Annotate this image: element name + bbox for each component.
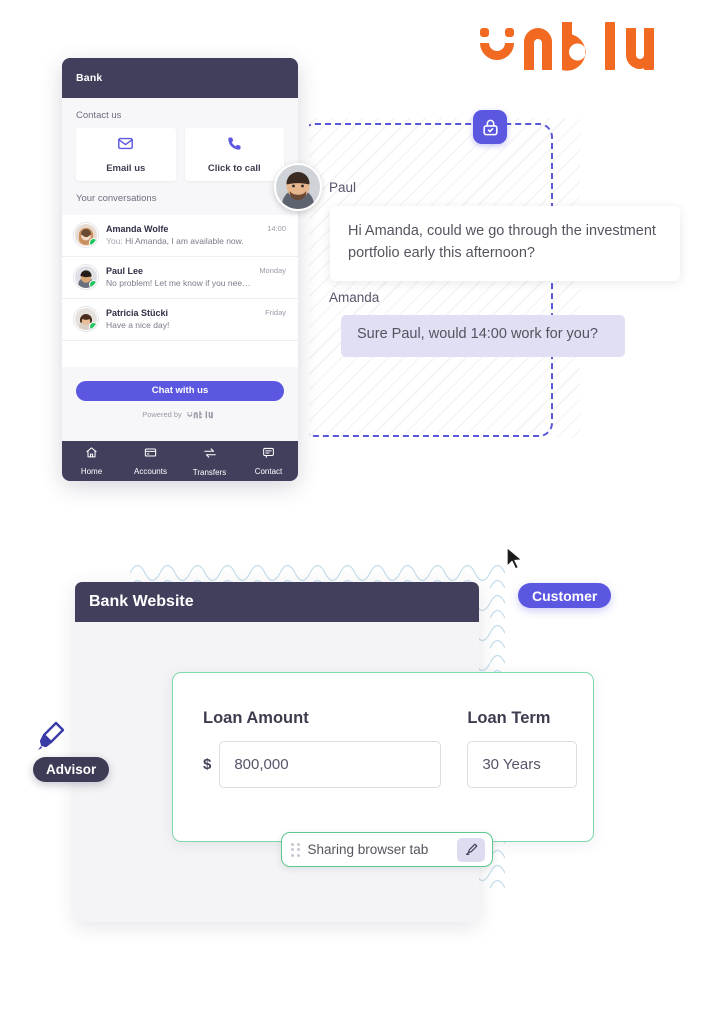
- chat-with-us-button[interactable]: Chat with us: [76, 380, 284, 401]
- preview-text: Have a nice day!: [106, 319, 170, 330]
- online-status-dot: [89, 321, 97, 330]
- loan-amount-field-group: Loan Amount $ 800,000: [203, 709, 442, 788]
- conversation-name: Paul Lee: [106, 265, 144, 276]
- click-to-call-button[interactable]: Click to call: [184, 128, 284, 181]
- lock-check-icon: [473, 110, 507, 144]
- contact-us-label: Contact us: [76, 110, 122, 121]
- loan-term-label: Loan Term: [467, 709, 551, 727]
- widget-header: Bank: [62, 58, 298, 98]
- online-status-dot: [89, 279, 97, 288]
- sharing-status-label: Sharing browser tab: [307, 842, 429, 857]
- highlighter-pen-cursor-icon: [38, 721, 65, 750]
- conversation-list: Amanda Wolfe You: Hi Amanda, I am availa…: [62, 215, 298, 367]
- click-to-call-label: Click to call: [207, 163, 261, 174]
- loan-term-input[interactable]: 30 Years: [467, 741, 578, 788]
- list-item[interactable]: Patricia Stücki Have a nice day! Friday: [62, 299, 298, 341]
- chat-widget: Bank Contact us Email us Click to call Y…: [62, 58, 298, 481]
- transfer-arrows-icon: [203, 446, 217, 465]
- mouse-arrow-cursor-icon: [506, 546, 523, 570]
- loan-amount-label: Loan Amount: [203, 709, 309, 727]
- conversation-name: Amanda Wolfe: [106, 224, 169, 234]
- drag-dots-icon[interactable]: [291, 842, 300, 857]
- unblu-logo: [478, 22, 690, 74]
- nav-label-accounts: Accounts: [134, 467, 167, 476]
- card-icon: [144, 446, 157, 464]
- conversation-time: Friday: [265, 307, 286, 317]
- conversation-preview: You: Hi Amanda, I am available now.: [106, 235, 259, 248]
- widget-title: Bank: [76, 72, 103, 84]
- home-icon: [85, 446, 98, 464]
- conversation-preview: No problem! Let me know if you need...: [106, 277, 251, 290]
- avatar: [74, 223, 98, 247]
- nav-label-contact: Contact: [254, 467, 283, 476]
- online-status-dot: [89, 238, 97, 246]
- preview-text: Hi Amanda, I am available now.: [125, 236, 244, 247]
- message-sender-name: Amanda: [329, 290, 380, 305]
- currency-prefix: $: [203, 756, 212, 773]
- loan-amount-input[interactable]: 800,000: [219, 741, 442, 788]
- powered-by-label: Powered by: [142, 410, 182, 420]
- conversation-time: Monday: [259, 265, 286, 275]
- loan-term-field-group: Loan Term 30 Years: [467, 709, 578, 788]
- list-item[interactable]: Paul Lee No problem! Let me know if you …: [62, 257, 298, 299]
- phone-icon: [226, 135, 243, 157]
- powered-by: Powered by: [62, 410, 298, 420]
- message-sender-name: Paul: [329, 180, 357, 195]
- advisor-badge: Advisor: [33, 757, 110, 782]
- chat-bubble-icon: [262, 446, 275, 464]
- avatar: [74, 306, 98, 331]
- sharing-browser-tab-bar: Sharing browser tab: [281, 832, 493, 867]
- nav-item-contact[interactable]: Contact: [239, 446, 298, 476]
- conversation-preview: Have a nice day!: [106, 319, 257, 332]
- contact-actions: Email us Click to call: [62, 128, 298, 181]
- preview-text: No problem! Let me know if you need...: [106, 278, 252, 289]
- envelope-icon: [117, 135, 134, 157]
- customer-badge: Customer: [518, 583, 612, 608]
- loan-form-card: Loan Amount $ 800,000 Loan Term 30 Years: [172, 672, 594, 842]
- chat-bubble-outgoing: Sure Paul, would 14:00 work for you?: [341, 315, 625, 357]
- conversation-time: 14:00: [267, 224, 286, 233]
- list-item[interactable]: Amanda Wolfe You: Hi Amanda, I am availa…: [62, 215, 298, 257]
- chat-bubble-incoming: Hi Amanda, could we go through the inves…: [330, 206, 680, 281]
- powered-by-unblu-logo: [187, 410, 213, 418]
- email-us-label: Email us: [106, 163, 146, 174]
- nav-item-transfers[interactable]: Transfers: [180, 446, 239, 477]
- browser-title: Bank Website: [89, 593, 194, 610]
- conversation-name: Patricia Stücki: [106, 307, 169, 318]
- avatar: [274, 163, 322, 211]
- highlighter-pen-icon: [465, 843, 477, 856]
- nav-item-accounts[interactable]: Accounts: [121, 446, 180, 476]
- nav-label-home: Home: [80, 467, 103, 476]
- browser-title-bar: Bank Website: [75, 582, 479, 622]
- email-us-button[interactable]: Email us: [76, 128, 176, 181]
- list-end-spacer: [62, 340, 298, 367]
- nav-item-home[interactable]: Home: [62, 446, 121, 476]
- avatar: [74, 264, 98, 289]
- widget-bottom-nav: Home Accounts Transfers Contact: [62, 441, 298, 481]
- nav-label-transfers: Transfers: [192, 467, 227, 477]
- preview-prefix: You:: [106, 236, 123, 247]
- highlighter-pen-button[interactable]: [457, 837, 485, 862]
- your-conversations-label: Your conversations: [76, 193, 157, 204]
